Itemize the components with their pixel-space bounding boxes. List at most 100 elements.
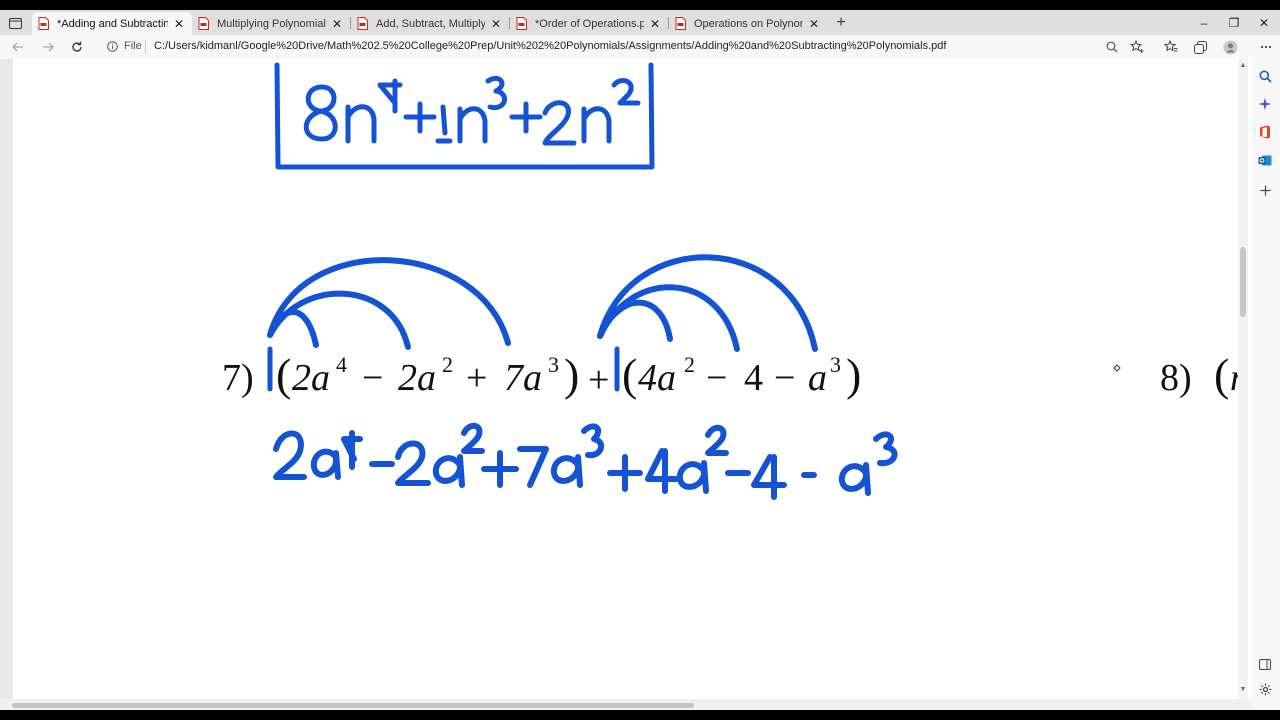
distribution-arcs-second-group <box>597 254 818 352</box>
tab-title: Operations on Polynomials Key.pdf <box>694 17 803 30</box>
close-tab-icon[interactable]: ✕ <box>172 17 186 31</box>
profile-icon <box>1223 40 1237 54</box>
tab-strip: *Adding and Subtracting Polynomials.pdf … <box>0 10 1280 35</box>
horizontal-scroll-thumb[interactable] <box>12 703 694 708</box>
problem-number: 8) <box>1160 357 1192 399</box>
favorites-icon <box>1164 40 1178 52</box>
term: 2a <box>398 357 436 399</box>
plus-icon <box>1260 185 1270 195</box>
sidebar-add-button[interactable] <box>1256 181 1274 199</box>
close-tab-icon[interactable]: ✕ <box>330 17 344 31</box>
vertical-scroll-thumb[interactable] <box>1240 247 1246 317</box>
open-paren: ( <box>622 349 637 400</box>
pdf-icon <box>357 17 368 30</box>
expanded-expression-handwriting <box>273 422 898 500</box>
tab-title: *Order of Operations.pdf <box>535 17 644 30</box>
pdf-icon <box>198 17 209 30</box>
browser-window: *Adding and Subtracting Polynomials.pdf … <box>0 10 1280 710</box>
tab-actions-icon[interactable] <box>4 14 26 32</box>
term: 4 <box>744 357 763 399</box>
sparkle-icon <box>1258 97 1272 111</box>
address-separator <box>145 41 146 53</box>
arrow-left-icon <box>12 42 23 52</box>
scheme-label: File <box>124 40 142 52</box>
collections-button[interactable] <box>1192 39 1208 55</box>
profile-button[interactable] <box>1222 39 1238 55</box>
open-paren: ( <box>1214 349 1229 400</box>
close-tab-icon[interactable]: ✕ <box>648 17 662 31</box>
search-icon <box>1259 70 1272 83</box>
add-favorite-button[interactable] <box>1129 39 1145 55</box>
info-icon[interactable] <box>107 41 118 52</box>
exponent: 3 <box>830 352 841 377</box>
new-tab-button[interactable]: + <box>832 14 850 32</box>
close-paren: ) <box>564 349 579 400</box>
tab-review[interactable]: Add, Subtract, Multiply Review.pdf ✕ <box>351 12 509 35</box>
restore-button[interactable]: ❐ <box>1226 15 1242 31</box>
scroll-down-icon[interactable]: ▼ <box>1238 686 1248 693</box>
outlook-icon <box>1258 155 1272 165</box>
scroll-up-icon[interactable]: ▲ <box>1238 62 1248 69</box>
tab-title: Add, Subtract, Multiply Review.pdf <box>376 17 485 30</box>
pdf-page: 7) ( 2a 4 − 2a 2 + 7a 3 ) + ( 4a 2 − 4 −… <box>222 62 1249 500</box>
zoom-icon <box>1106 41 1118 53</box>
problem-number: 7) <box>222 357 254 399</box>
arrow-right-icon <box>43 42 54 52</box>
sidebar-settings-button[interactable] <box>1256 680 1274 698</box>
exponent: 2 <box>442 352 453 377</box>
term: 7a <box>504 357 542 399</box>
term: a <box>808 357 827 399</box>
tab-adding-subtracting[interactable]: *Adding and Subtracting Polynomials.pdf … <box>32 12 192 35</box>
problem-8-expression: 8) ( n <box>1160 349 1249 400</box>
tab-title: *Adding and Subtracting Polynomials.pdf <box>57 17 168 30</box>
favorites-button[interactable] <box>1163 39 1179 55</box>
pdf-icon <box>516 17 527 30</box>
exponent: 2 <box>684 352 695 377</box>
term: 2a <box>292 357 330 399</box>
forward-button[interactable] <box>39 38 57 56</box>
gear-icon <box>1259 683 1271 695</box>
close-window-button[interactable]: ✕ <box>1256 15 1272 31</box>
minimize-button[interactable]: – <box>1196 15 1212 31</box>
tab-order-of-operations[interactable]: *Order of Operations.pdf ✕ <box>510 12 668 35</box>
problem-7-expression: 7) ( 2a 4 − 2a 2 + 7a 3 ) + ( 4a 2 − 4 −… <box>222 349 861 401</box>
address-toolbar: File C:/Users/kidmanl/Google%20Drive/Mat… <box>0 35 1280 59</box>
operator: + <box>588 359 609 401</box>
refresh-icon <box>72 41 82 52</box>
address-input[interactable]: C:/Users/kidmanl/Google%20Drive/Math%202… <box>154 40 946 52</box>
distribution-arcs-first-group <box>267 257 511 350</box>
sidebar-copilot-button[interactable] <box>1256 95 1274 113</box>
office-icon <box>1260 125 1270 139</box>
tab-title: Multiplying Polynomials.pdf <box>217 17 326 30</box>
sidebar-toggle-button[interactable] <box>1256 655 1274 673</box>
collections-icon <box>1193 40 1207 54</box>
pdf-viewer[interactable]: 7) ( 2a 4 − 2a 2 + 7a 3 ) + ( 4a 2 − 4 −… <box>0 59 1252 699</box>
settings-more-button[interactable] <box>1258 39 1274 55</box>
exponent: 3 <box>548 352 559 377</box>
pdf-icon <box>675 17 686 30</box>
star-add-icon <box>1130 40 1144 53</box>
operator: + <box>466 357 487 399</box>
tab-multiplying-polynomials[interactable]: Multiplying Polynomials.pdf ✕ <box>192 12 350 35</box>
vertical-scrollbar[interactable] <box>1238 59 1248 699</box>
term: 4a <box>638 357 676 399</box>
close-tab-icon[interactable]: ✕ <box>807 17 821 31</box>
tab-operations-key[interactable]: Operations on Polynomials Key.pdf ✕ <box>669 12 827 35</box>
cursor-mark <box>1113 364 1121 372</box>
operator: − <box>706 357 727 399</box>
sidebar-search-button[interactable] <box>1256 67 1274 85</box>
sidebar-outlook-button[interactable] <box>1256 151 1274 169</box>
operator: − <box>774 357 795 399</box>
back-button[interactable] <box>9 38 27 56</box>
more-icon <box>1260 45 1272 49</box>
refresh-button[interactable] <box>68 38 86 56</box>
sidebar-office-button[interactable] <box>1256 123 1274 141</box>
sidebar-icon <box>1259 658 1271 670</box>
operator: − <box>362 357 383 399</box>
open-paren: ( <box>276 349 291 400</box>
boxed-answer-handwriting <box>274 62 655 170</box>
zoom-button[interactable] <box>1104 39 1120 55</box>
close-tab-icon[interactable]: ✕ <box>489 17 503 31</box>
pdf-icon <box>38 17 49 30</box>
close-paren: ) <box>846 349 861 400</box>
